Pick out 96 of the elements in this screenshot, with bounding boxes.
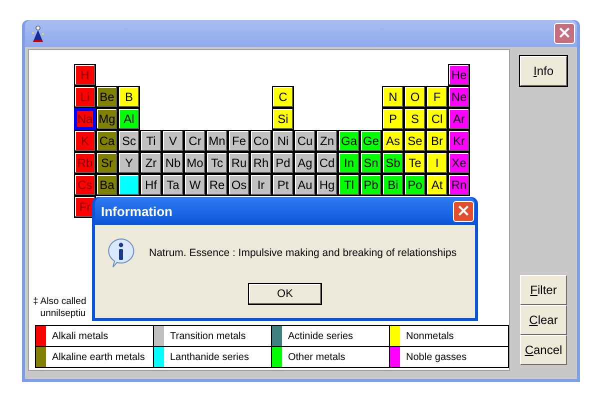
element-tile[interactable]: He [448, 64, 470, 86]
wizard-icon [31, 24, 45, 42]
element-tile[interactable]: Bi [382, 174, 404, 196]
element-tile[interactable]: Pt [272, 174, 294, 196]
action-button[interactable]: Filter [520, 275, 567, 305]
element-tile[interactable]: Zn [316, 130, 338, 152]
element-tile[interactable]: W [184, 174, 206, 196]
element-tile[interactable]: Ne [448, 86, 470, 108]
element-tile[interactable]: Be [96, 86, 118, 108]
element-tile[interactable]: I [426, 152, 448, 174]
element-tile[interactable]: Ni [272, 130, 294, 152]
element-tile[interactable]: Ba [96, 174, 118, 196]
action-button[interactable]: Clear [520, 305, 567, 335]
element-tile[interactable]: Ar [448, 108, 470, 130]
element-tile[interactable]: Cl [426, 108, 448, 130]
close-button[interactable]: × [453, 200, 474, 222]
element-tile[interactable]: As [382, 130, 404, 152]
element-tile[interactable]: Xe [448, 152, 470, 174]
element-tile[interactable]: Sr [96, 152, 118, 174]
element-tile[interactable]: Os [228, 174, 250, 196]
element-tile[interactable]: F [426, 86, 448, 108]
element-tile[interactable]: B [118, 86, 140, 108]
element-tile[interactable]: Te [404, 152, 426, 174]
element-tile[interactable]: P [382, 108, 404, 130]
footnote-text: unnilseptiu [40, 308, 86, 320]
legend-swatch [154, 326, 165, 346]
element-tile[interactable] [118, 174, 140, 196]
element-tile[interactable]: Nb [162, 152, 184, 174]
dialog-message: Natrum. Essence : Impulsive making and breaking of relationships [149, 247, 457, 259]
legend-swatch [390, 347, 401, 367]
element-tile[interactable]: Hg [316, 174, 338, 196]
element-tile[interactable]: Sb [382, 152, 404, 174]
element-tile[interactable]: Ti [140, 130, 162, 152]
element-tile[interactable]: Po [404, 174, 426, 196]
legend-swatch [154, 347, 165, 367]
element-tile[interactable]: Ca [96, 130, 118, 152]
legend-label: Noble gasses [406, 352, 467, 362]
element-tile[interactable]: Kr [448, 130, 470, 152]
legend-swatch [272, 347, 283, 367]
footnote-text: Also called [40, 296, 86, 308]
legend-swatch [272, 326, 283, 346]
element-tile[interactable]: Cd [316, 152, 338, 174]
action-button[interactable]: Cancel [520, 335, 567, 365]
element-tile[interactable]: Hf [140, 174, 162, 196]
legend-label: Alkaline earth metals [52, 352, 145, 362]
element-tile[interactable]: Zr [140, 152, 162, 174]
element-tile[interactable]: At [426, 174, 448, 196]
element-tile[interactable]: Pd [272, 152, 294, 174]
element-tile[interactable]: Ir [250, 174, 272, 196]
element-tile[interactable]: Ta [162, 174, 184, 196]
legend-swatch [36, 326, 47, 346]
element-tile[interactable]: In [338, 152, 360, 174]
element-tile[interactable]: Ru [228, 152, 250, 174]
element-tile[interactable]: Mg [96, 108, 118, 130]
legend-label: Lanthanide series [170, 352, 249, 362]
info-button[interactable]: Info [520, 56, 567, 86]
element-tile[interactable]: Se [404, 130, 426, 152]
element-tile[interactable]: V [162, 130, 184, 152]
element-tile[interactable]: Mo [184, 152, 206, 174]
info-icon [105, 237, 137, 269]
element-tile[interactable]: S [404, 108, 426, 130]
element-tile[interactable]: Au [294, 174, 316, 196]
element-tile[interactable]: Fe [228, 130, 250, 152]
legend-label: Actinide series [288, 330, 354, 342]
element-tile[interactable]: Rh [250, 152, 272, 174]
dialog-title: Information [101, 204, 172, 218]
legend-swatch [36, 347, 47, 367]
element-tile[interactable]: Pb [360, 174, 382, 196]
element-tile[interactable]: Cr [184, 130, 206, 152]
element-tile[interactable]: Cu [294, 130, 316, 152]
element-tile[interactable]: C [272, 86, 294, 108]
element-tile[interactable]: Ga [338, 130, 360, 152]
element-tile[interactable]: Sn [360, 152, 382, 174]
legend-label: Alkali metals [52, 330, 108, 342]
element-tile[interactable]: Mn [206, 130, 228, 152]
ok-button[interactable]: OK [248, 283, 322, 305]
element-tile[interactable]: Ge [360, 130, 382, 152]
element-tile[interactable]: Co [250, 130, 272, 152]
element-tile[interactable]: O [404, 86, 426, 108]
legend-swatch [390, 326, 401, 346]
close-button[interactable]: × [554, 23, 575, 44]
element-tile[interactable]: N [382, 86, 404, 108]
element-tile[interactable]: Re [206, 174, 228, 196]
element-tile[interactable]: Tc [206, 152, 228, 174]
footnote-mark: ‡ [33, 296, 38, 309]
element-tile[interactable]: Ag [294, 152, 316, 174]
legend-label: Other metals [288, 352, 346, 362]
element-tile[interactable]: Sc [118, 130, 140, 152]
element-tile[interactable]: Br [426, 130, 448, 152]
legend-label: Transition metals [170, 330, 246, 342]
element-tile[interactable]: Si [272, 108, 294, 130]
element-tile[interactable]: Tl [338, 174, 360, 196]
element-tile[interactable]: Rn [448, 174, 470, 196]
element-tile[interactable]: Al [118, 108, 140, 130]
element-tile[interactable]: Y [118, 152, 140, 174]
legend-label: Nonmetals [406, 330, 454, 342]
